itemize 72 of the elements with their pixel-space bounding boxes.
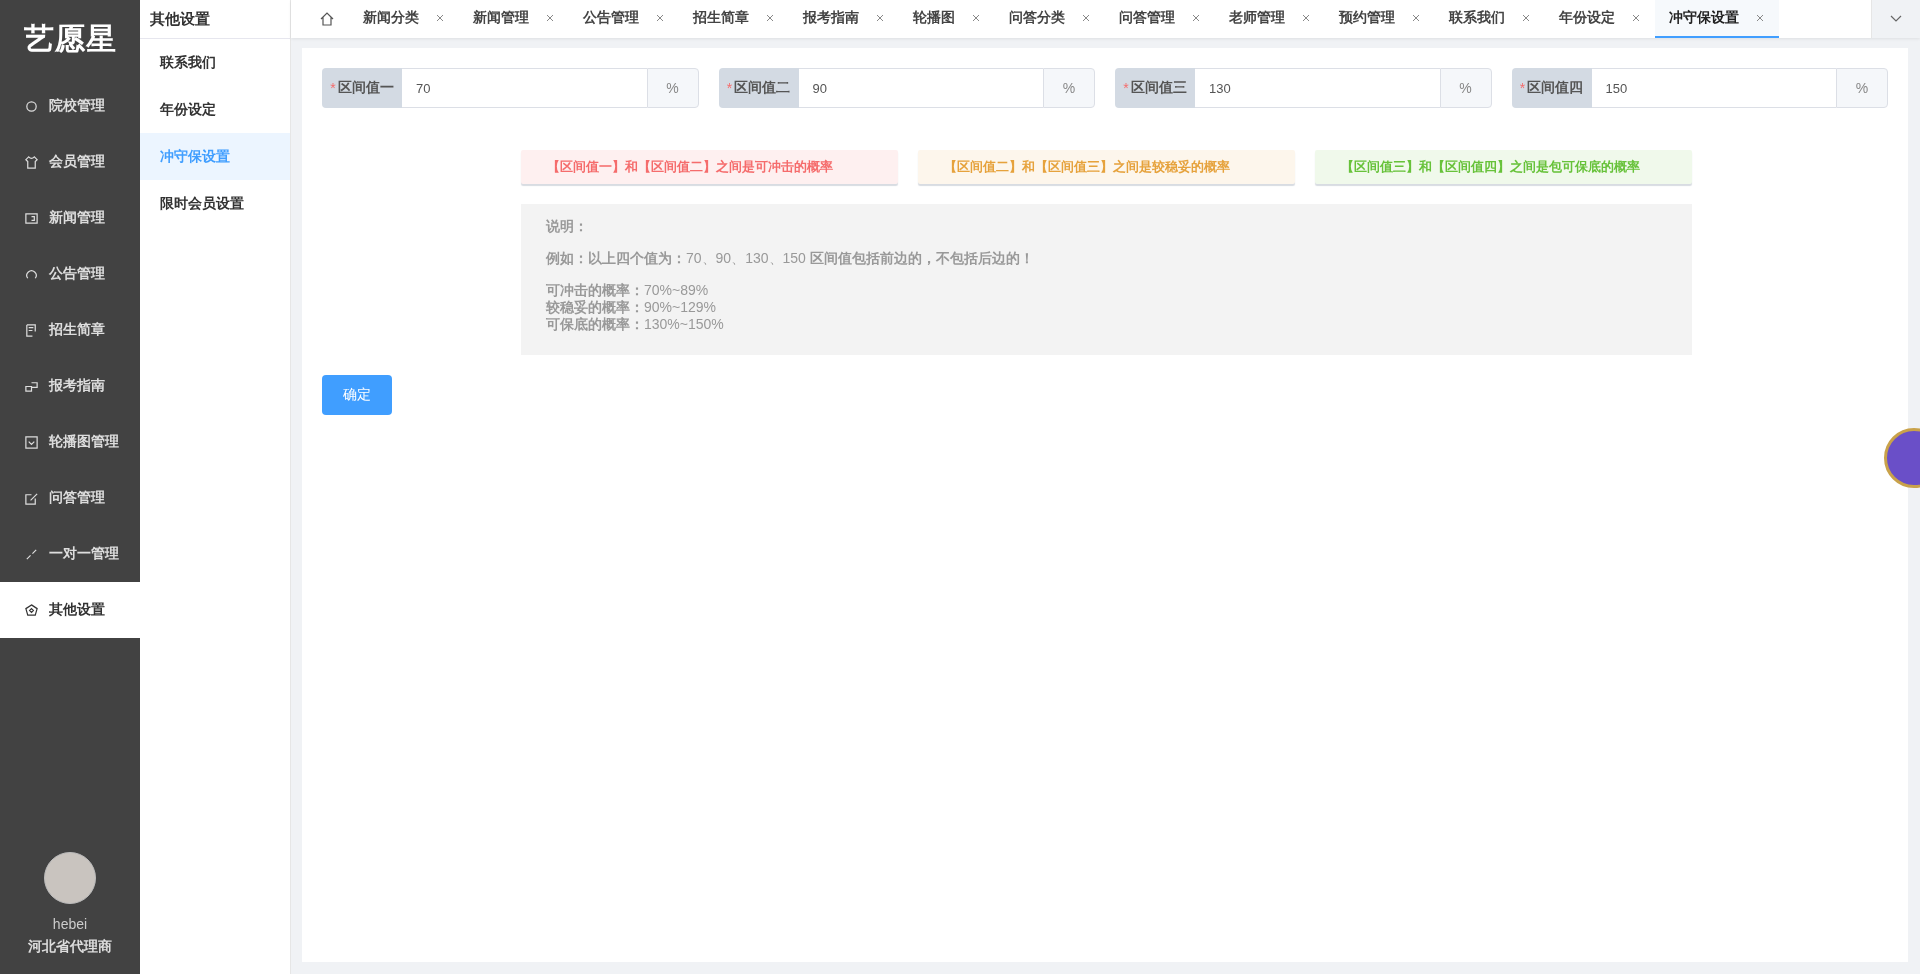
field-suffix: % — [646, 68, 699, 108]
notes-example: 例如：以上四个值为：70、90、130、150 区间值包括前边的，不包括后边的！ — [546, 250, 1035, 268]
field-suffix: % — [1043, 68, 1095, 108]
tab[interactable]: 新闻管理 — [459, 0, 569, 38]
close-icon[interactable] — [1411, 13, 1421, 23]
tab[interactable]: 公告管理 — [569, 0, 679, 38]
notes-line: 较稳妥的概率：90%~129% — [546, 299, 717, 316]
field-label: *区间值二 — [718, 68, 799, 108]
chevron-down-icon — [1890, 15, 1902, 23]
avatar[interactable] — [44, 852, 96, 904]
menu-icon — [24, 210, 39, 226]
tab[interactable]: 冲守保设置 — [1655, 0, 1779, 38]
sidebar-item[interactable]: 会员管理 — [0, 134, 140, 190]
menu-icon — [24, 98, 39, 114]
close-icon[interactable] — [1755, 13, 1765, 23]
sidebar-item[interactable]: 轮播图管理 — [0, 414, 140, 470]
notes-title: 说明： — [546, 218, 589, 236]
menu-icon — [24, 434, 39, 450]
logo: 艺愿星 — [22, 19, 118, 58]
submenu-item[interactable]: 联系我们 — [140, 39, 290, 86]
close-icon[interactable] — [1081, 13, 1091, 23]
tab[interactable]: 问答管理 — [1105, 0, 1215, 38]
tab[interactable]: 招生简章 — [679, 0, 789, 38]
field-suffix: % — [1836, 68, 1888, 108]
input-field[interactable]: 150 — [1591, 68, 1836, 108]
menu-icon — [24, 322, 39, 338]
input-field[interactable]: 70 — [402, 68, 647, 108]
close-icon[interactable] — [1191, 13, 1201, 23]
close-icon[interactable] — [971, 13, 981, 23]
tab[interactable]: 新闻分类 — [349, 0, 459, 38]
notes-line: 可冲击的概率：70%~89% — [546, 282, 710, 299]
field-label: *区间值四 — [1511, 68, 1592, 108]
field-label: *区间值三 — [1115, 68, 1195, 108]
tab[interactable]: 预约管理 — [1325, 0, 1435, 38]
menu-icon — [24, 154, 39, 170]
submenu-title: 其他设置 — [140, 0, 290, 39]
alert-banner: 【区间值一】和【区间值二】之间是可冲击的概率 — [521, 150, 898, 184]
field-label: *区间值一 — [322, 68, 402, 108]
user-name: hebei — [52, 916, 88, 932]
close-icon[interactable] — [875, 13, 885, 23]
submenu-item[interactable]: 限时会员设置 — [140, 180, 290, 227]
submenu-item[interactable]: 年份设定 — [140, 86, 290, 133]
sidebar-item[interactable]: 院校管理 — [0, 78, 140, 134]
sidebar-item[interactable]: 报考指南 — [0, 358, 140, 414]
close-icon[interactable] — [1521, 13, 1531, 23]
notes-line: 可保底的概率：130%~150% — [546, 316, 725, 333]
close-icon[interactable] — [435, 13, 445, 23]
tab[interactable]: 年份设定 — [1545, 0, 1655, 38]
tab[interactable]: 问答分类 — [995, 0, 1105, 38]
close-icon[interactable] — [1301, 13, 1311, 23]
tab[interactable]: 联系我们 — [1435, 0, 1545, 38]
tab[interactable]: 报考指南 — [789, 0, 899, 38]
sidebar-item[interactable]: 问答管理 — [0, 470, 140, 526]
sidebar-item[interactable]: 公告管理 — [0, 246, 140, 302]
sidebar-item[interactable]: 招生简章 — [0, 302, 140, 358]
input-field[interactable]: 130 — [1195, 68, 1440, 108]
home-icon[interactable] — [319, 11, 335, 27]
close-icon[interactable] — [655, 13, 665, 23]
close-icon[interactable] — [545, 13, 555, 23]
alert-banner: 【区间值三】和【区间值四】之间是包可保底的概率 — [1315, 150, 1692, 184]
menu-icon — [24, 602, 39, 618]
user-role: 河北省代理商 — [28, 938, 112, 956]
sidebar-item[interactable]: 一对一管理 — [0, 526, 140, 582]
close-icon[interactable] — [765, 13, 775, 23]
sidebar-item[interactable]: 新闻管理 — [0, 190, 140, 246]
field-suffix: % — [1439, 68, 1492, 108]
alert-banner: 【区间值二】和【区间值三】之间是较稳妥的概率 — [918, 150, 1295, 184]
sidebar-item[interactable]: 其他设置 — [0, 582, 140, 638]
close-icon[interactable] — [1631, 13, 1641, 23]
tab[interactable]: 轮播图 — [899, 0, 995, 38]
tab[interactable]: 老师管理 — [1215, 0, 1325, 38]
input-field[interactable]: 90 — [798, 68, 1043, 108]
